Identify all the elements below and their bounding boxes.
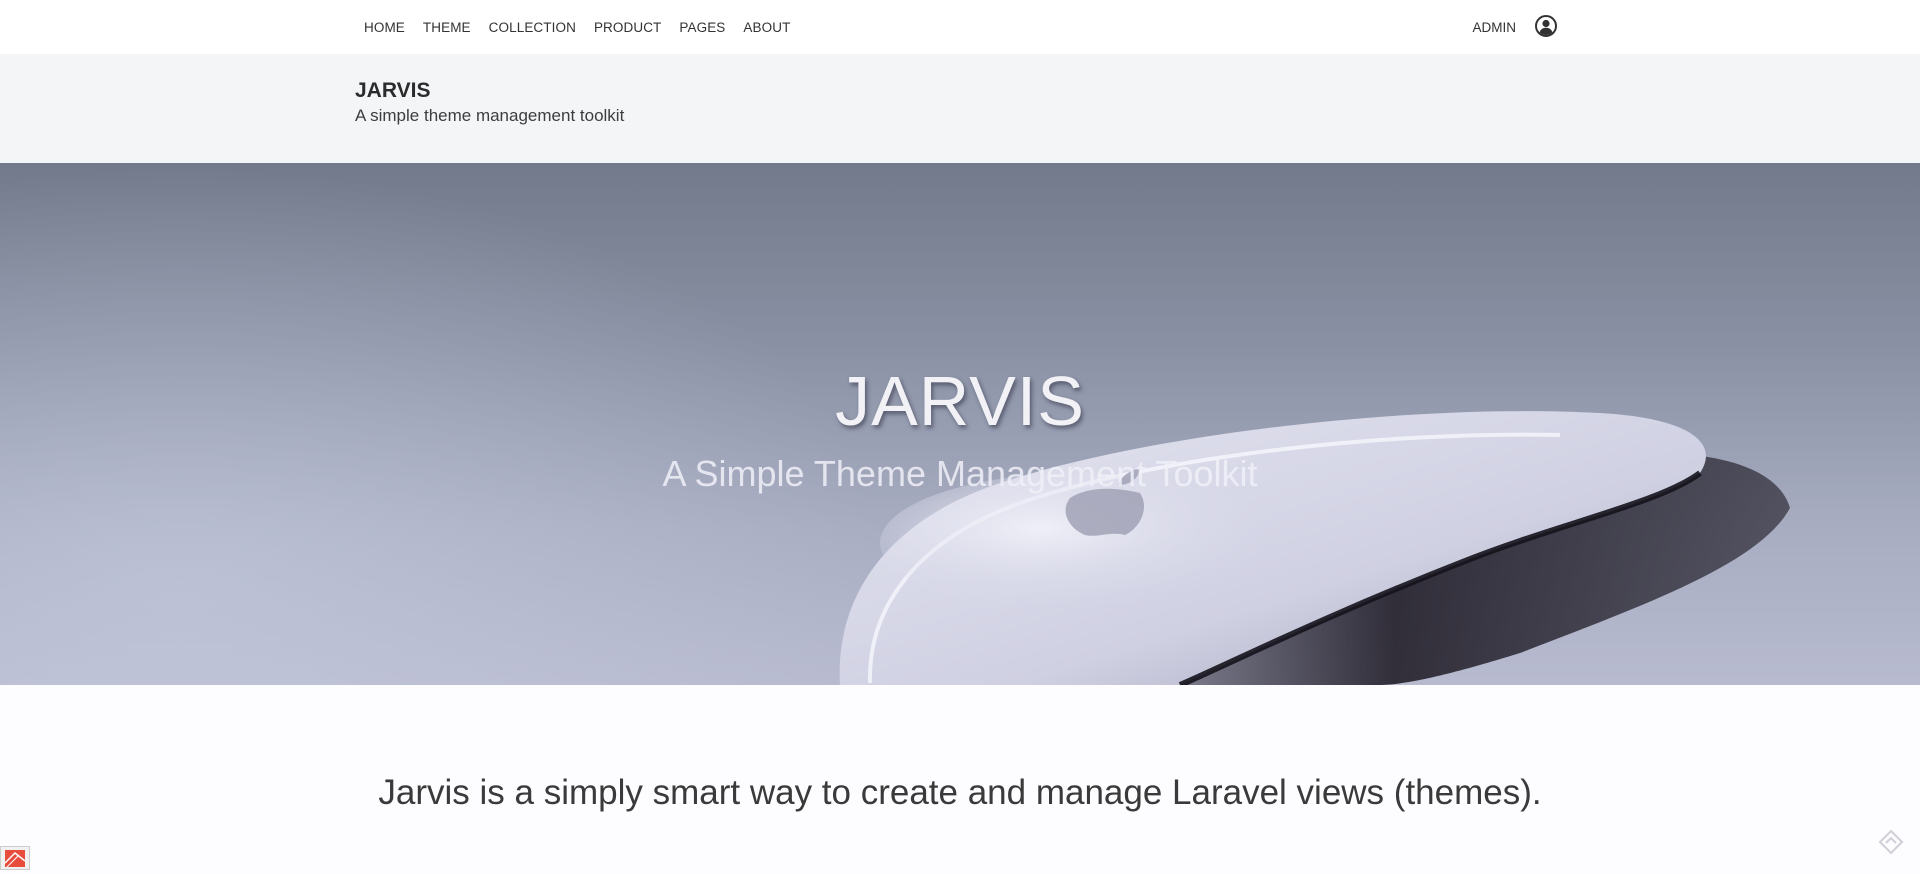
nav-item-product[interactable]: PRODUCT <box>594 20 661 35</box>
hero-banner: JARVIS A Simple Theme Management Toolkit <box>0 163 1920 685</box>
diamond-arrow-icon[interactable] <box>1878 829 1904 855</box>
admin-link[interactable]: ADMIN <box>1473 20 1517 35</box>
nav-item-home[interactable]: HOME <box>364 20 405 35</box>
intro-text: Jarvis is a simply smart way to create a… <box>378 773 1542 812</box>
nav-item-collection[interactable]: COLLECTION <box>489 20 576 35</box>
nav-item-theme[interactable]: THEME <box>423 20 471 35</box>
main-menu: HOME THEME COLLECTION PRODUCT PAGES ABOU… <box>355 0 808 54</box>
nav-item-pages[interactable]: PAGES <box>679 20 725 35</box>
site-title[interactable]: JARVIS <box>355 79 430 103</box>
top-navbar: HOME THEME COLLECTION PRODUCT PAGES ABOU… <box>0 0 1920 54</box>
brand-header: JARVIS A simple theme management toolkit <box>0 54 1920 163</box>
intro-section: Jarvis is a simply smart way to create a… <box>0 685 1920 870</box>
user-menu: ADMIN <box>1473 0 1559 54</box>
nav-item-about[interactable]: ABOUT <box>743 20 790 35</box>
hero-title: JARVIS <box>835 362 1085 440</box>
hero-subtitle: A Simple Theme Management Toolkit <box>662 453 1258 494</box>
site-tagline: A simple theme management toolkit <box>355 106 625 125</box>
debugbar-icon[interactable] <box>0 846 30 870</box>
user-circle-icon[interactable] <box>1534 14 1558 38</box>
